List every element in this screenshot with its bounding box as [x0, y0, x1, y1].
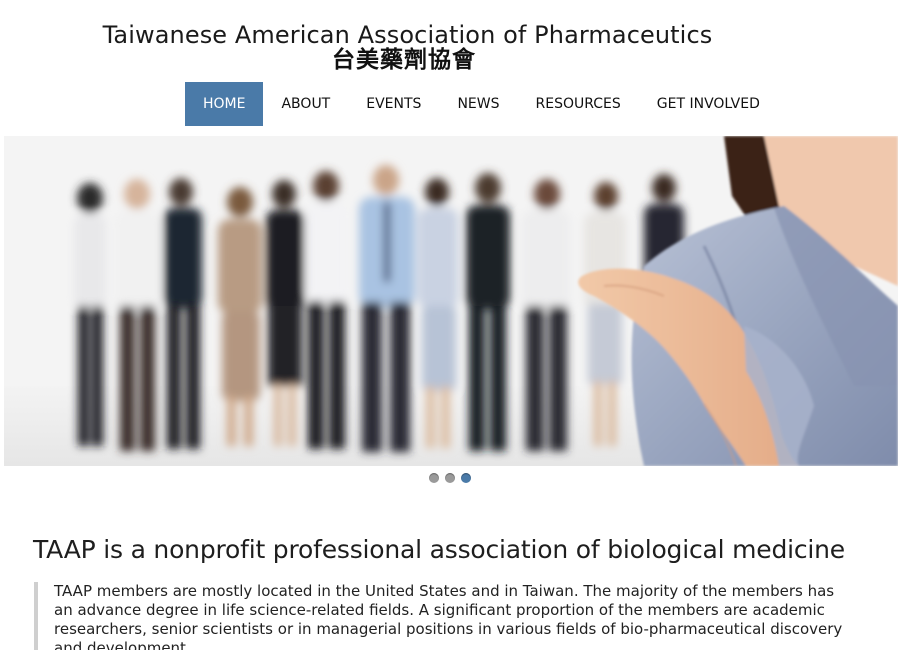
- site-title-chinese[interactable]: 台美藥劑協會: [0, 45, 808, 75]
- slider-dot-1[interactable]: [429, 473, 439, 483]
- nav-item-news[interactable]: NEWS: [439, 82, 517, 126]
- intro-blockquote: TAAP members are mostly located in the U…: [34, 582, 854, 650]
- main-nav: HOME ABOUT EVENTS NEWS RESOURCES GET INV…: [185, 82, 778, 126]
- page: Taiwanese American Association of Pharma…: [0, 0, 900, 650]
- intro-heading: TAAP is a nonprofit professional associa…: [33, 535, 845, 564]
- nav-item-events[interactable]: EVENTS: [348, 82, 439, 126]
- nav-item-about[interactable]: ABOUT: [263, 82, 348, 126]
- hero-illustration: [4, 136, 898, 466]
- nav-item-home[interactable]: HOME: [185, 82, 264, 126]
- nav-item-resources[interactable]: RESOURCES: [518, 82, 639, 126]
- slider-dot-3[interactable]: [461, 473, 471, 483]
- nav-item-get-involved[interactable]: GET INVOLVED: [639, 82, 778, 126]
- hero-slider-image: [4, 136, 898, 466]
- slider-pagination: [429, 473, 471, 483]
- slider-dot-2[interactable]: [445, 473, 455, 483]
